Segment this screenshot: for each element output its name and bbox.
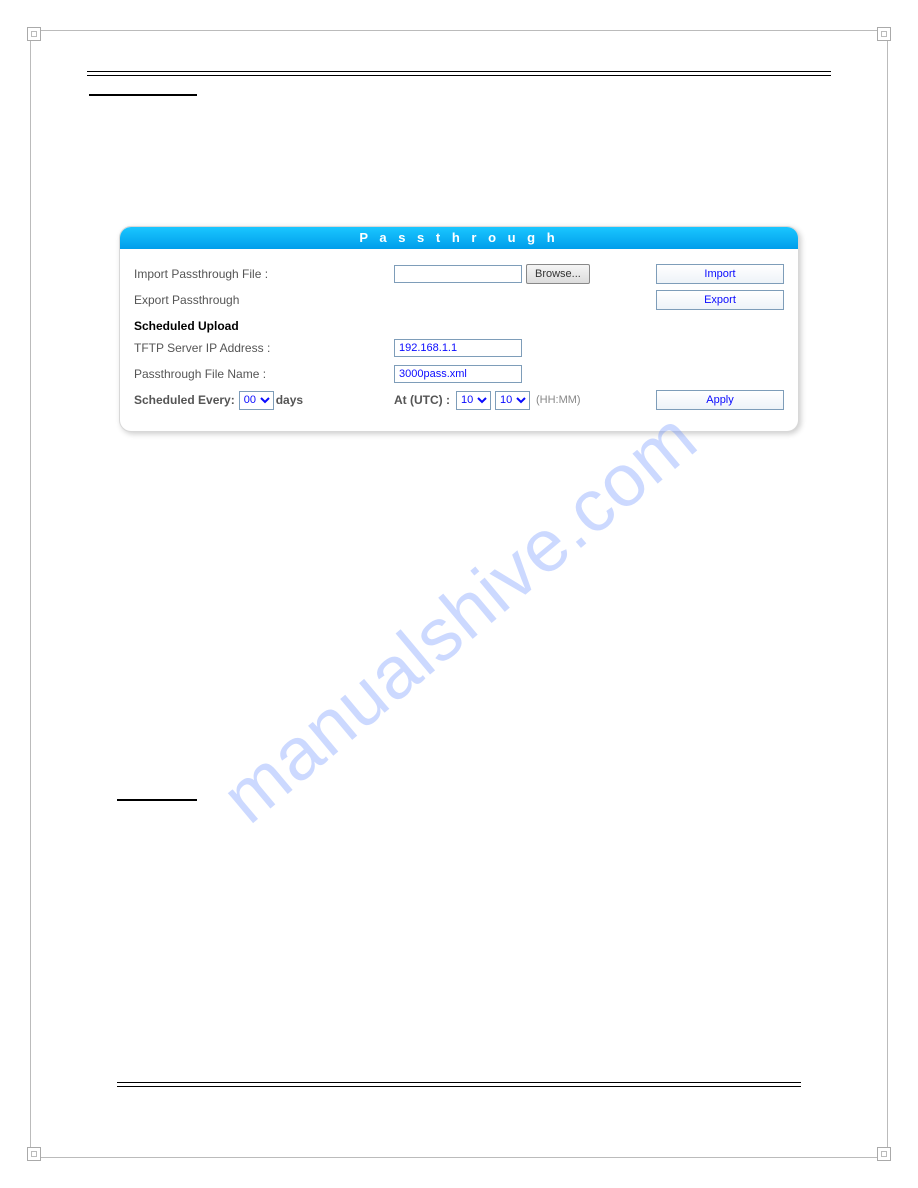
corner-decoration <box>877 1147 891 1161</box>
tftp-label: TFTP Server IP Address : <box>134 341 394 355</box>
hour-select[interactable]: 10 <box>456 391 491 410</box>
scheduled-every-label: Scheduled Every: <box>134 393 235 407</box>
export-button[interactable]: Export <box>656 290 784 310</box>
page-frame: P a s s t h r o u g h Import Passthrough… <box>30 30 888 1158</box>
import-button[interactable]: Import <box>656 264 784 284</box>
filename-input[interactable] <box>394 365 522 383</box>
scheduled-every-select[interactable]: 00 <box>239 391 274 410</box>
filename-row: Passthrough File Name : <box>134 363 784 385</box>
bottom-footer-rule <box>117 1082 801 1087</box>
browse-button[interactable]: Browse... <box>526 264 590 284</box>
section-underline-lower <box>117 799 197 801</box>
scheduled-upload-heading: Scheduled Upload <box>134 319 784 333</box>
panel-title: P a s s t h r o u g h <box>120 227 798 249</box>
tftp-ip-input[interactable] <box>394 339 522 357</box>
corner-decoration <box>877 27 891 41</box>
import-row: Import Passthrough File : Browse... Impo… <box>134 263 784 285</box>
filename-label: Passthrough File Name : <box>134 367 394 381</box>
apply-button[interactable]: Apply <box>656 390 784 410</box>
export-row: Export Passthrough Export <box>134 289 784 311</box>
minute-select[interactable]: 10 <box>495 391 530 410</box>
corner-decoration <box>27 1147 41 1161</box>
time-format-hint: (HH:MM) <box>536 394 581 406</box>
top-header-rule <box>87 71 831 76</box>
section-underline <box>89 94 197 96</box>
at-utc-label: At (UTC) : <box>394 393 450 407</box>
tftp-row: TFTP Server IP Address : <box>134 337 784 359</box>
passthrough-panel: P a s s t h r o u g h Import Passthrough… <box>119 226 799 432</box>
import-label: Import Passthrough File : <box>134 267 394 281</box>
days-label: days <box>276 393 303 407</box>
import-file-field[interactable] <box>394 265 522 283</box>
corner-decoration <box>27 27 41 41</box>
page-content: P a s s t h r o u g h Import Passthrough… <box>31 31 887 472</box>
export-label: Export Passthrough <box>134 293 394 307</box>
schedule-row: Scheduled Every: 00 days At (UTC) : 10 <box>134 389 784 411</box>
